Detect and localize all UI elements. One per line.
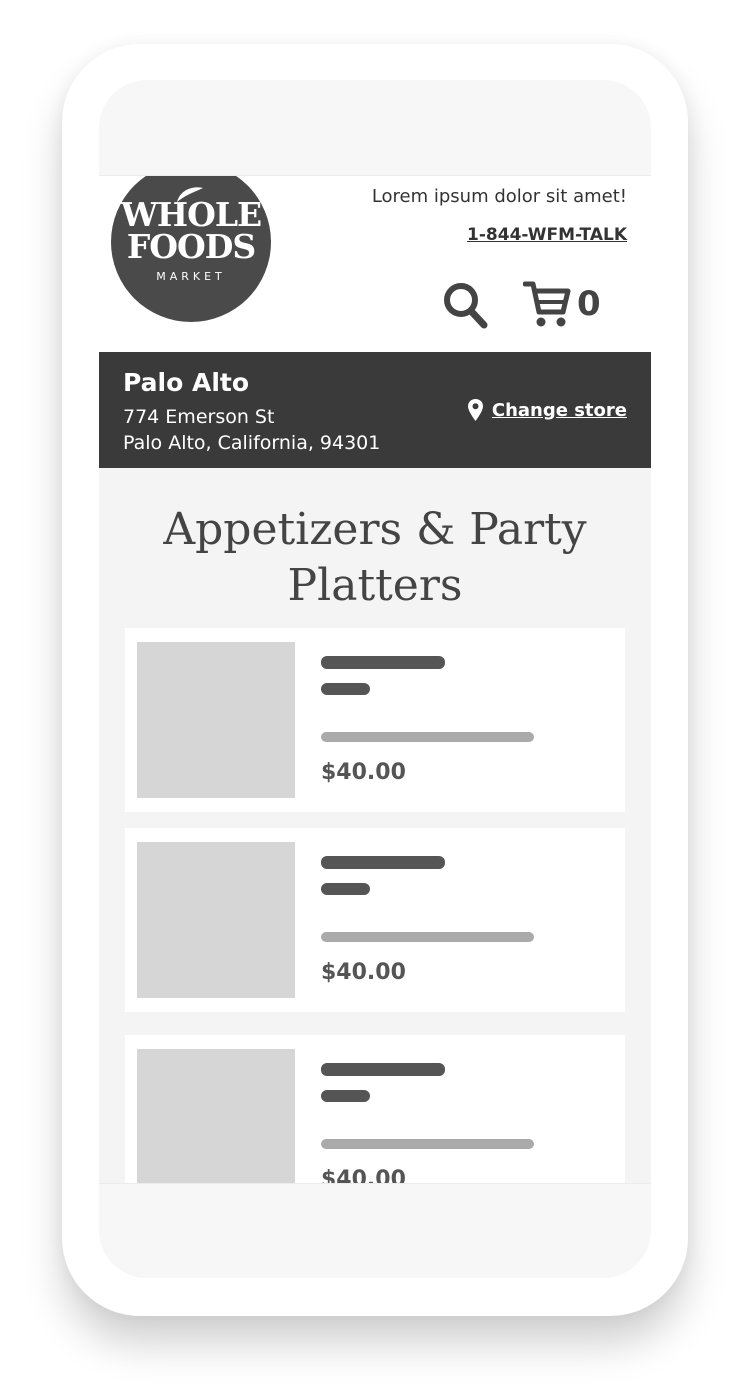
page-title: Appetizers & Party Platters — [163, 504, 587, 611]
product-image-placeholder — [137, 1049, 295, 1205]
product-price: $40.00 — [321, 960, 406, 985]
home-indicator-bar — [99, 1183, 651, 1278]
phone-link[interactable]: 1-844-WFM-TALK — [467, 225, 627, 245]
status-bar — [99, 80, 651, 176]
product-subtitle-placeholder — [321, 1090, 370, 1102]
product-image-placeholder — [137, 842, 295, 998]
logo-line-foods: FOODS — [126, 227, 256, 266]
whole-foods-logo[interactable]: WHOLE FOODS MARKET — [111, 162, 271, 322]
product-price: $40.00 — [321, 760, 406, 785]
cart-icon — [522, 281, 571, 327]
product-card[interactable]: $40.00 — [125, 828, 625, 1012]
product-description-placeholder — [321, 932, 534, 942]
map-pin-icon — [467, 399, 483, 421]
product-title-placeholder — [321, 656, 445, 669]
change-store-link[interactable]: Change store — [467, 398, 627, 422]
search-icon — [444, 283, 488, 329]
store-name: Palo Alto — [123, 368, 250, 397]
store-address-line1: 774 Emerson St — [123, 406, 275, 428]
product-description-placeholder — [321, 732, 534, 742]
product-image-placeholder — [137, 642, 295, 798]
change-store-label: Change store — [491, 399, 627, 421]
logo-line-market: MARKET — [156, 270, 226, 283]
product-subtitle-placeholder — [321, 883, 370, 895]
search-button[interactable] — [441, 280, 489, 330]
product-title-placeholder — [321, 856, 445, 869]
store-address-line2: Palo Alto, California, 94301 — [123, 432, 381, 454]
main-content: Appetizers & Party Platters $40.00 $40.0… — [99, 468, 651, 1278]
product-card[interactable]: $40.00 — [125, 628, 625, 812]
header-tagline: Lorem ipsum dolor sit amet! — [371, 186, 627, 207]
product-subtitle-placeholder — [321, 683, 370, 695]
product-description-placeholder — [321, 1139, 534, 1149]
phone-screen: WHOLE FOODS MARKET Lorem ipsum dolor sit… — [99, 80, 651, 1278]
product-title-placeholder — [321, 1063, 445, 1076]
store-bar: Palo Alto 774 Emerson St Palo Alto, Cali… — [99, 352, 651, 468]
cart-button[interactable] — [522, 278, 571, 330]
cart-count: 0 — [577, 284, 601, 324]
